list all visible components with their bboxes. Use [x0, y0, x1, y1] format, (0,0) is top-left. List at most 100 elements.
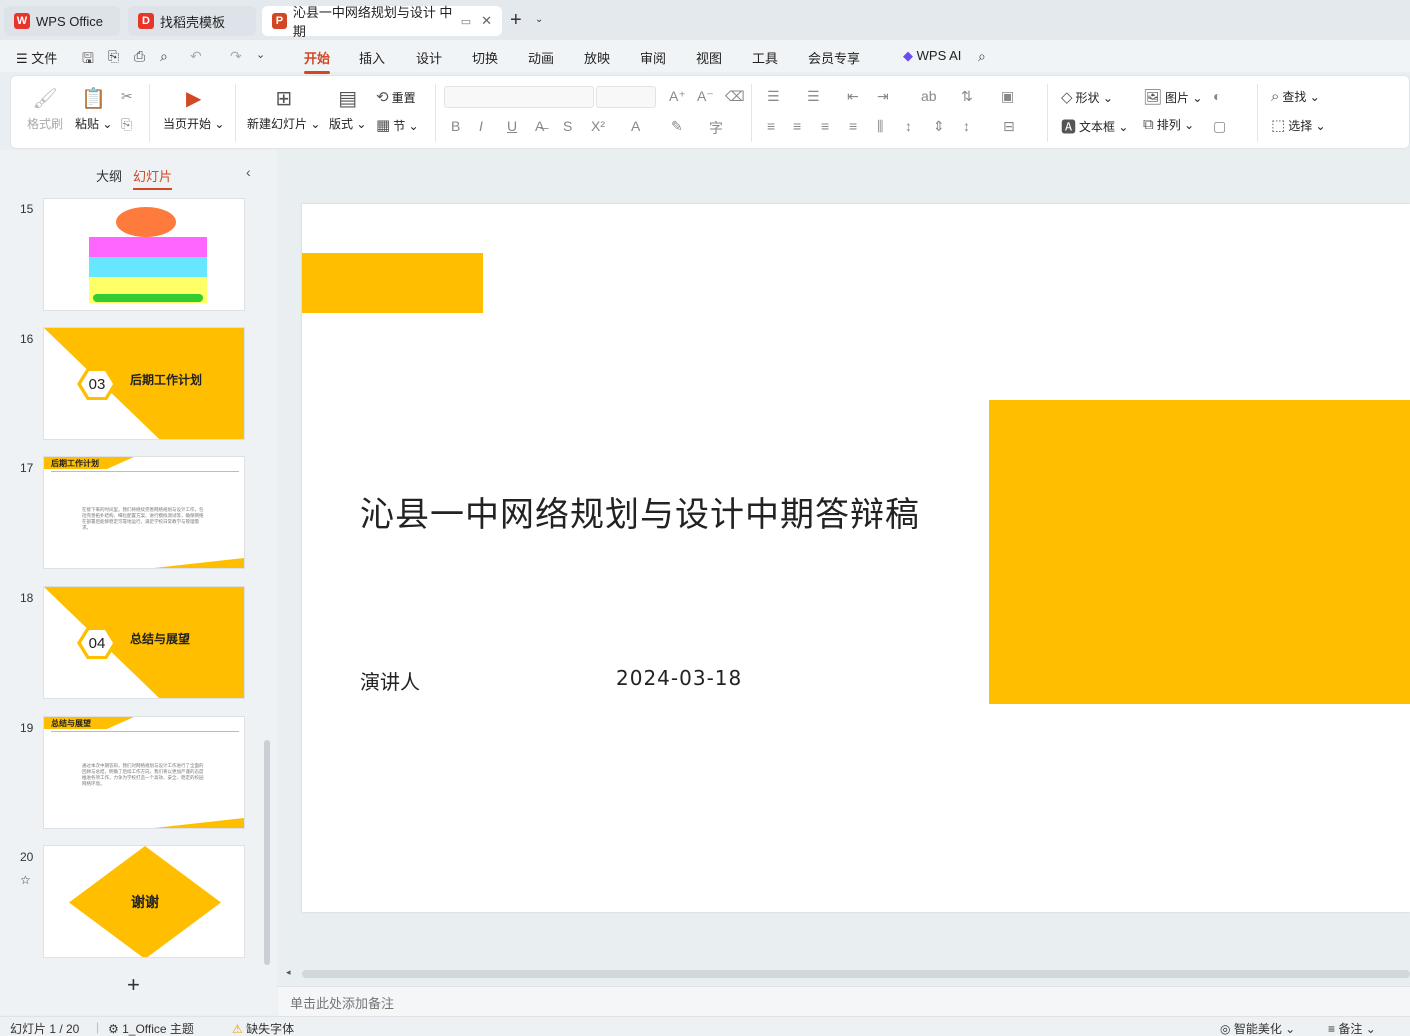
notes-pane[interactable]: 单击此处添加备注: [278, 986, 1410, 1016]
accent-block: [989, 400, 1410, 704]
menu-insert[interactable]: 插入: [359, 48, 385, 67]
select-button[interactable]: ⬚ 选择 ⌄: [1271, 116, 1326, 134]
bullet-list-icon[interactable]: ☰: [767, 88, 780, 105]
align-right-icon[interactable]: ≡: [821, 118, 829, 134]
shape-button[interactable]: ◇ 形状 ⌄: [1061, 88, 1113, 106]
font-color-icon[interactable]: A: [631, 118, 640, 134]
slide-thumbnail-20[interactable]: 谢谢: [43, 845, 245, 958]
slide-thumbnail-19[interactable]: 总结与展望 通过本次中期答辩，我们对网络规划与设计工作进行了全面的回顾与总结，明…: [43, 716, 245, 829]
shadow-icon[interactable]: S: [563, 118, 572, 134]
tab-outline[interactable]: 大纲: [96, 166, 122, 185]
wps-ai-button[interactable]: ◆ WPS AI: [903, 48, 961, 64]
slide-thumbnail-15[interactable]: [43, 198, 245, 311]
collapse-panel-icon[interactable]: ‹: [246, 164, 251, 180]
bold-icon[interactable]: B: [451, 118, 460, 134]
panel-scrollbar[interactable]: [264, 740, 270, 965]
slide-body-text: 在接下来的时间里，我们将继续完善网络规划与设计工作，包括完善拓扑结构、细化配置方…: [82, 507, 204, 530]
paste-button[interactable]: 📋 粘贴 ⌄: [75, 86, 112, 132]
search-icon[interactable]: ⌕: [978, 48, 986, 65]
justify-icon[interactable]: ≡: [849, 118, 857, 134]
undo-icon[interactable]: ↶: [190, 48, 202, 65]
clear-format-icon[interactable]: ⌫: [725, 88, 745, 105]
select-icon: ⬚: [1271, 117, 1286, 134]
play-from-current-button[interactable]: ▶ 当页开始 ⌄: [163, 86, 224, 132]
line-spacing-menu-icon[interactable]: ↕: [963, 118, 970, 134]
text-align-vertical-icon[interactable]: ⊟: [1003, 118, 1015, 135]
tab-slides[interactable]: 幻灯片: [133, 166, 173, 190]
font-family-select[interactable]: [444, 86, 594, 108]
phonetic-icon[interactable]: 字: [709, 118, 723, 138]
font-size-select[interactable]: [596, 86, 656, 108]
underline-icon[interactable]: U: [507, 118, 517, 134]
italic-icon[interactable]: I: [479, 118, 483, 134]
slide-thumbnail-16[interactable]: 03 后期工作计划: [43, 327, 245, 440]
menu-member[interactable]: 会员专享: [808, 48, 860, 67]
para-spacing-icon[interactable]: ⇕: [933, 118, 945, 135]
add-slide-icon[interactable]: +: [127, 972, 140, 998]
picture-button[interactable]: 🖼 图片 ⌄: [1143, 88, 1202, 106]
print-preview-icon[interactable]: ⌕: [160, 48, 168, 65]
convert-smartart-icon[interactable]: ▣: [1001, 88, 1014, 105]
file-menu[interactable]: ☰ 文件: [16, 48, 57, 67]
print-icon[interactable]: ⎙: [134, 48, 145, 65]
increase-font-icon[interactable]: A⁺: [669, 88, 686, 105]
redo-icon[interactable]: ↷: [230, 48, 242, 65]
presentation-date[interactable]: 2024-03-18: [616, 666, 742, 690]
textbox-button[interactable]: 🅰 文本框 ⌄: [1061, 116, 1128, 137]
text-direction-icon[interactable]: ab: [921, 88, 937, 104]
new-tab-icon[interactable]: +: [510, 9, 522, 32]
strikethrough-icon[interactable]: A̶: [535, 118, 544, 134]
line-spacing-icon[interactable]: ↕: [905, 118, 912, 134]
network-diagram-image: [79, 199, 211, 310]
theme-button[interactable]: ⚙ 1_Office 主题: [108, 1020, 194, 1036]
numbered-list-icon[interactable]: ☰: [807, 88, 820, 105]
align-center-icon[interactable]: ≡: [793, 118, 801, 134]
distribute-icon[interactable]: ⫼: [877, 118, 883, 135]
divider: [51, 731, 239, 732]
save-icon[interactable]: 🖫: [82, 48, 94, 72]
cut-icon[interactable]: ✂: [121, 88, 133, 105]
find-button[interactable]: ⌕ 查找 ⌄: [1271, 88, 1320, 105]
slide-thumbnail-18[interactable]: 04 总结与展望: [43, 586, 245, 699]
slide-thumbnail-17[interactable]: 后期工作计划 在接下来的时间里，我们将继续完善网络规划与设计工作，包括完善拓扑结…: [43, 456, 245, 569]
decrease-font-icon[interactable]: A⁻: [697, 88, 714, 105]
menu-animation[interactable]: 动画: [528, 48, 554, 67]
decrease-indent-icon[interactable]: ⇤: [847, 88, 859, 105]
outline-icon[interactable]: ▢: [1213, 118, 1226, 135]
format-painter-button[interactable]: 🖌 格式刷: [27, 86, 63, 132]
sort-icon[interactable]: ⇅: [961, 88, 973, 105]
tab-wps-office[interactable]: W WPS Office: [4, 6, 120, 36]
new-slide-button[interactable]: ⊞ 新建幻灯片 ⌄: [247, 86, 320, 132]
align-left-icon[interactable]: ≡: [767, 118, 775, 134]
scroll-left-icon[interactable]: ◂: [286, 967, 291, 978]
reset-button[interactable]: ⟲ 重置: [376, 88, 416, 106]
horizontal-scrollbar[interactable]: [302, 970, 1410, 978]
missing-fonts-button[interactable]: ⚠ 缺失字体: [232, 1020, 294, 1036]
notes-toggle-button[interactable]: ≡ 备注 ⌄: [1328, 1020, 1376, 1036]
chevron-down-icon[interactable]: ⌄: [535, 14, 543, 25]
menu-view[interactable]: 视图: [696, 48, 722, 67]
highlight-icon[interactable]: ✎: [671, 118, 683, 135]
superscript-icon[interactable]: X²: [591, 118, 605, 134]
menu-tools[interactable]: 工具: [752, 48, 778, 67]
layout-button[interactable]: ▤ 版式 ⌄: [329, 86, 366, 132]
smart-beautify-button[interactable]: ◎ 智能美化 ⌄: [1220, 1020, 1295, 1036]
copy-icon[interactable]: ⎘: [121, 116, 132, 133]
menu-home[interactable]: 开始: [304, 48, 331, 74]
export-icon[interactable]: ⎘: [108, 48, 119, 65]
menu-slideshow[interactable]: 放映: [584, 48, 610, 67]
increase-indent-icon[interactable]: ⇥: [877, 88, 889, 105]
menu-design[interactable]: 设计: [416, 48, 442, 67]
close-tab-icon[interactable]: ✕: [481, 13, 492, 29]
menu-transitions[interactable]: 切换: [472, 48, 498, 67]
slide-title[interactable]: 沁县一中网络规划与设计中期答辩稿: [360, 487, 920, 536]
presenter-label[interactable]: 演讲人: [360, 666, 420, 695]
chevron-down-icon[interactable]: ⌄: [256, 48, 265, 61]
tab-docer-templates[interactable]: D 找稻壳模板: [128, 6, 256, 36]
menu-review[interactable]: 审阅: [640, 48, 666, 67]
fill-icon[interactable]: ◐: [1213, 88, 1221, 104]
section-button[interactable]: ▦ 节 ⌄: [376, 116, 419, 134]
arrange-button[interactable]: ⧉ 排列 ⌄: [1143, 116, 1194, 133]
tab-current-document[interactable]: P 沁县一中网络规划与设计 中期 ▭ ✕: [262, 5, 502, 39]
current-slide[interactable]: 沁县一中网络规划与设计中期答辩稿 演讲人 2024-03-18: [302, 204, 1410, 912]
